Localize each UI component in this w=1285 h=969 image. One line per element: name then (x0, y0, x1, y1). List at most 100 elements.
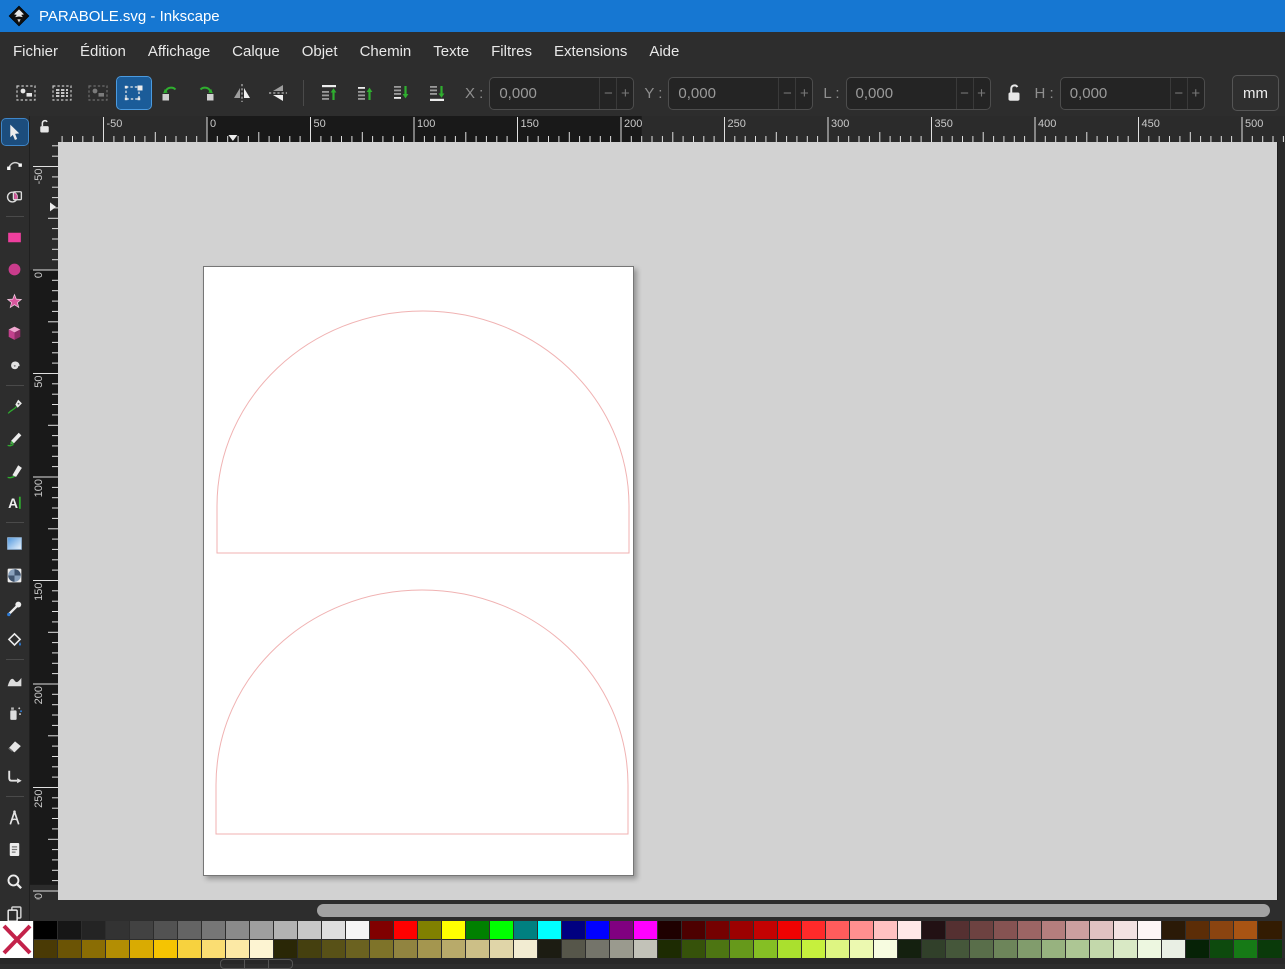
palette-swatch[interactable] (514, 940, 538, 959)
spiral-tool[interactable] (2, 352, 28, 378)
palette-swatch[interactable] (898, 921, 922, 940)
palette-swatch[interactable] (82, 940, 106, 959)
selector-tool[interactable] (2, 119, 28, 145)
no-color-swatch[interactable] (0, 921, 34, 958)
palette-swatch[interactable] (1162, 921, 1186, 940)
palette-swatch[interactable] (778, 921, 802, 940)
menu-chemin[interactable]: Chemin (349, 35, 423, 68)
palette-swatch[interactable] (538, 921, 562, 940)
palette-swatch[interactable] (226, 940, 250, 959)
tweak-tool[interactable] (2, 667, 28, 693)
horizontal-scrollbar[interactable] (30, 900, 1285, 921)
vertical-ruler[interactable]: -50050100150200250300 (30, 142, 58, 900)
select-all-layers-button[interactable] (45, 77, 79, 109)
palette-swatch[interactable] (130, 921, 154, 940)
unit-select[interactable]: mm (1232, 75, 1279, 111)
select-all-button[interactable] (9, 77, 43, 109)
palette-swatch[interactable] (274, 921, 298, 940)
palette-swatch[interactable] (514, 921, 538, 940)
gradient-tool[interactable] (2, 530, 28, 556)
palette-swatch[interactable] (1042, 940, 1066, 959)
palette-swatch[interactable] (274, 940, 298, 959)
menu-aide[interactable]: Aide (638, 35, 690, 68)
palette-swatch[interactable] (178, 940, 202, 959)
palette-swatch[interactable] (610, 940, 634, 959)
palette-swatch[interactable] (370, 940, 394, 959)
menu-calque[interactable]: Calque (221, 35, 291, 68)
parabola-dome-lower[interactable] (216, 590, 628, 834)
palette-swatch[interactable] (1018, 921, 1042, 940)
selection-cue-toggle-button[interactable] (117, 77, 151, 109)
lower-button[interactable] (384, 77, 418, 109)
ellipse-tool[interactable] (2, 256, 28, 282)
palette-swatch[interactable] (322, 921, 346, 940)
menu-filtres[interactable]: Filtres (480, 35, 543, 68)
y-decrement-button[interactable]: − (778, 78, 795, 109)
palette-swatch[interactable] (706, 921, 730, 940)
palette-swatch[interactable] (34, 921, 58, 940)
h-coordinate-input[interactable]: 0,000−+ (1060, 77, 1205, 110)
palette-swatch[interactable] (1066, 940, 1090, 959)
palette-swatch[interactable] (178, 921, 202, 940)
lower-to-bottom-button[interactable] (420, 77, 454, 109)
palette-swatch[interactable] (994, 940, 1018, 959)
palette-swatch[interactable] (418, 940, 442, 959)
palette-swatch[interactable] (586, 921, 610, 940)
y-coordinate-input[interactable]: 0,000−+ (668, 77, 813, 110)
x-coordinate-input[interactable]: 0,000−+ (489, 77, 634, 110)
palette-swatch[interactable] (490, 940, 514, 959)
palette-swatch[interactable] (130, 940, 154, 959)
rectangle-tool[interactable] (2, 224, 28, 250)
menu-edition[interactable]: Édition (69, 35, 137, 68)
palette-swatch[interactable] (298, 921, 322, 940)
menu-objet[interactable]: Objet (291, 35, 349, 68)
deselect-button[interactable] (81, 77, 115, 109)
palette-swatch[interactable] (82, 921, 106, 940)
palette-swatch[interactable] (346, 921, 370, 940)
palette-swatch[interactable] (538, 940, 562, 959)
palette-swatch[interactable] (682, 940, 706, 959)
palette-swatch[interactable] (106, 940, 130, 959)
palette-swatch[interactable] (754, 940, 778, 959)
palette-swatch[interactable] (322, 940, 346, 959)
raise-button[interactable] (348, 77, 382, 109)
h-increment-button[interactable]: + (1187, 78, 1204, 109)
palette-swatch[interactable] (466, 940, 490, 959)
palette-swatch[interactable] (466, 921, 490, 940)
palette-swatch[interactable] (442, 921, 466, 940)
palette-swatch[interactable] (1042, 921, 1066, 940)
menu-affichage[interactable]: Affichage (137, 35, 221, 68)
connector-tool[interactable] (2, 763, 28, 789)
palette-swatch[interactable] (634, 940, 658, 959)
palette-scrollbar-thumb[interactable] (220, 959, 293, 969)
palette-swatch[interactable] (1258, 921, 1282, 940)
zoom-tool[interactable] (2, 868, 28, 894)
eraser-tool[interactable] (2, 731, 28, 757)
l-decrement-button[interactable]: − (956, 78, 973, 109)
canvas[interactable] (58, 142, 1277, 900)
palette-swatch[interactable] (658, 921, 682, 940)
palette-swatch[interactable] (1234, 921, 1258, 940)
palette-swatch[interactable] (1210, 921, 1234, 940)
palette-swatch[interactable] (1138, 921, 1162, 940)
palette-swatch[interactable] (106, 921, 130, 940)
palette-swatch[interactable] (1258, 940, 1282, 959)
palette-swatch[interactable] (610, 921, 634, 940)
palette-swatch[interactable] (34, 940, 58, 959)
palette-swatch[interactable] (706, 940, 730, 959)
palette-swatch[interactable] (202, 940, 226, 959)
palette-swatch[interactable] (874, 921, 898, 940)
palette-swatch[interactable] (1210, 940, 1234, 959)
palette-swatch[interactable] (1066, 921, 1090, 940)
palette-swatch[interactable] (634, 921, 658, 940)
pencil-tool[interactable] (2, 425, 28, 451)
palette-swatch[interactable] (682, 921, 706, 940)
page-tool[interactable] (2, 836, 28, 862)
horizontal-ruler[interactable]: -50050100150200250300350400450500 (58, 116, 1285, 142)
l-coordinate-input[interactable]: 0,000−+ (846, 77, 991, 110)
palette-swatch[interactable] (1090, 940, 1114, 959)
palette-swatch[interactable] (1114, 940, 1138, 959)
palette-swatch[interactable] (1186, 921, 1210, 940)
menu-extensions[interactable]: Extensions (543, 35, 638, 68)
palette-swatch[interactable] (946, 940, 970, 959)
